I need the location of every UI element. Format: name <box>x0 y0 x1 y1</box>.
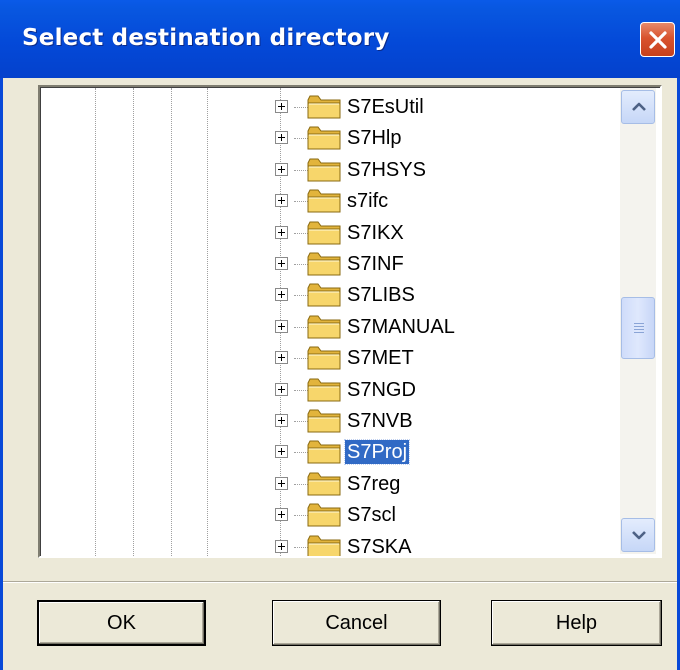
tree-item[interactable]: S7NVB <box>41 406 621 436</box>
tree-item[interactable]: s7ifc <box>41 186 621 216</box>
thumb-grip <box>634 329 644 330</box>
tree-item[interactable]: S7IKX <box>41 218 621 248</box>
plus-expander-icon[interactable] <box>275 414 288 427</box>
folder-icon <box>306 345 342 376</box>
folder-icon <box>306 157 342 188</box>
scroll-up-button[interactable] <box>621 90 655 124</box>
tree-item[interactable]: S7LIBS <box>41 280 621 310</box>
thumb-grip <box>634 323 644 324</box>
tree-item[interactable]: S7NGD <box>41 375 621 405</box>
title-bar[interactable]: Select destination directory <box>0 0 680 78</box>
plus-expander-icon[interactable] <box>275 319 288 333</box>
tree-item-label[interactable]: S7scl <box>345 503 398 527</box>
plus-expander-icon[interactable] <box>275 288 288 302</box>
plus-expander-icon[interactable] <box>275 445 288 459</box>
folder-icon <box>306 377 342 408</box>
directory-tree[interactable]: S7EsUtil S7Hlp S7HSYS s7ifc S7IKX S7INF S7LIBS… <box>38 85 662 558</box>
plus-expander-icon[interactable] <box>275 194 288 208</box>
tree-item-label[interactable]: S7LIBS <box>345 283 417 307</box>
tree-item[interactable]: S7MET <box>41 343 621 373</box>
plus-expander-icon[interactable] <box>275 508 288 522</box>
plus-expander-icon[interactable] <box>275 382 288 396</box>
arrow-down-icon <box>632 531 646 540</box>
folder-icon <box>306 220 342 251</box>
folder-icon <box>306 471 342 502</box>
folder-icon <box>306 125 342 156</box>
folder-icon <box>306 94 342 125</box>
plus-expander-icon[interactable] <box>275 351 288 365</box>
tree-item[interactable]: S7HSYS <box>41 155 621 185</box>
select-directory-dialog: Select destination directory S7EsUtil S7H… <box>0 0 680 670</box>
folder-icon <box>306 534 342 556</box>
tree-item-label[interactable]: S7SKA <box>345 535 413 556</box>
tree-item[interactable]: S7SKA <box>41 532 621 556</box>
tree-item[interactable]: S7INF <box>41 249 621 279</box>
thumb-grip <box>634 326 644 327</box>
dialog-title: Select destination directory <box>22 25 390 51</box>
plus-expander-icon[interactable] <box>275 539 288 553</box>
thumb-grip <box>634 332 644 333</box>
folder-icon <box>306 408 342 439</box>
tree-item[interactable]: S7MANUAL <box>41 312 621 342</box>
folder-icon <box>306 314 342 345</box>
tree-item-label[interactable]: S7HSYS <box>345 158 428 182</box>
folder-icon <box>306 439 342 470</box>
vertical-scrollbar[interactable] <box>620 88 656 554</box>
folder-icon <box>306 282 342 313</box>
close-button[interactable] <box>640 22 675 57</box>
close-icon <box>649 31 667 49</box>
folder-icon <box>306 502 342 533</box>
plus-expander-icon[interactable] <box>275 476 288 490</box>
tree-item[interactable]: S7EsUtil <box>41 92 621 122</box>
tree-item-label[interactable]: S7MANUAL <box>345 315 457 339</box>
help-button[interactable]: Help <box>491 600 662 646</box>
scroll-thumb[interactable] <box>621 297 655 359</box>
tree-viewport: S7EsUtil S7Hlp S7HSYS s7ifc S7IKX S7INF S7LIBS… <box>40 87 660 556</box>
plus-expander-icon[interactable] <box>275 162 288 176</box>
button-separator <box>3 581 677 583</box>
plus-expander-icon[interactable] <box>275 100 288 113</box>
plus-expander-icon[interactable] <box>275 225 288 239</box>
tree-item-label[interactable]: S7EsUtil <box>345 95 426 119</box>
ok-button[interactable]: OK <box>37 600 206 646</box>
tree-item-label[interactable]: S7Hlp <box>345 126 403 150</box>
tree-item[interactable]: S7Hlp <box>41 123 621 153</box>
tree-item-label[interactable]: S7Proj <box>343 439 411 466</box>
tree-item-label[interactable]: s7ifc <box>345 189 390 213</box>
tree-item-label[interactable]: S7IKX <box>345 221 406 245</box>
tree-item[interactable]: S7reg <box>41 469 621 499</box>
cancel-button[interactable]: Cancel <box>272 600 441 646</box>
plus-expander-icon[interactable] <box>275 257 288 270</box>
tree-item-label[interactable]: S7MET <box>345 346 416 370</box>
tree-item-label[interactable]: S7INF <box>345 252 406 276</box>
tree-item-label[interactable]: S7NGD <box>345 378 418 402</box>
tree-item-label[interactable]: S7NVB <box>345 409 415 433</box>
folder-icon <box>306 251 342 282</box>
plus-expander-icon[interactable] <box>275 131 288 145</box>
folder-icon <box>306 188 342 219</box>
tree-item[interactable]: S7Proj <box>41 437 621 467</box>
tree-item[interactable]: S7scl <box>41 500 621 530</box>
scroll-down-button[interactable] <box>621 518 655 552</box>
arrow-up-icon <box>632 102 646 111</box>
tree-item-label[interactable]: S7reg <box>345 472 402 496</box>
